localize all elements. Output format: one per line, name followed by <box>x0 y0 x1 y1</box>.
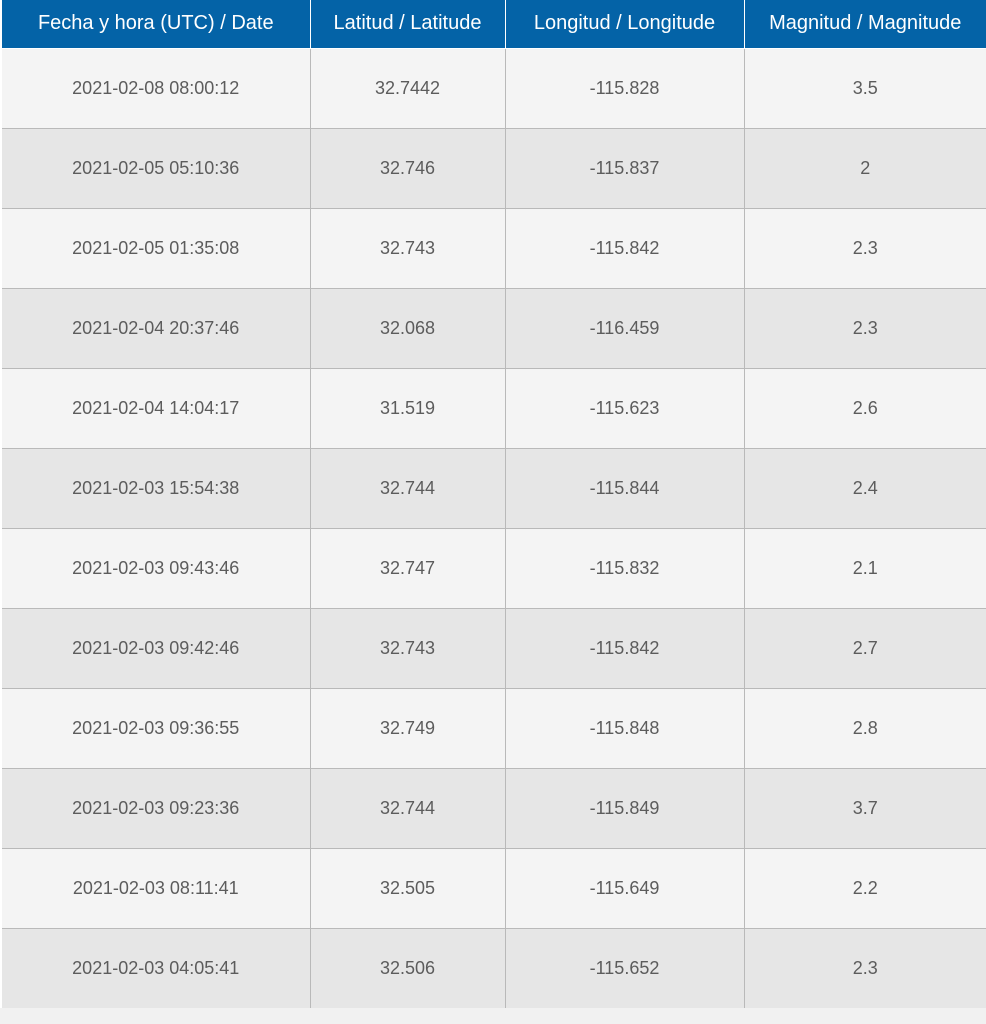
cell-longitude: -115.652 <box>504 928 744 1008</box>
header-longitude[interactable]: Longitud / Longitude <box>504 0 744 49</box>
cell-magnitude: 3.7 <box>743 768 986 849</box>
cell-magnitude: 2.3 <box>743 288 986 369</box>
header-date[interactable]: Fecha y hora (UTC) / Date <box>2 0 310 49</box>
cell-latitude: 31.519 <box>309 368 505 449</box>
cell-date: 2021-02-03 09:43:46 <box>2 528 310 609</box>
cell-magnitude: 2.3 <box>743 208 986 289</box>
cell-magnitude: 2.1 <box>743 528 986 609</box>
cell-longitude: -115.828 <box>504 48 744 129</box>
cell-date: 2021-02-03 09:23:36 <box>2 768 310 849</box>
cell-longitude: -115.848 <box>504 688 744 769</box>
cell-date: 2021-02-05 05:10:36 <box>2 128 310 209</box>
cell-latitude: 32.743 <box>309 608 505 689</box>
table-row: 2021-02-04 20:37:46 32.068 -116.459 2.3 <box>2 288 986 369</box>
cell-magnitude: 2.8 <box>743 688 986 769</box>
table-row: 2021-02-03 04:05:41 32.506 -115.652 2.3 <box>2 928 986 1008</box>
cell-magnitude: 2.6 <box>743 368 986 449</box>
cell-date: 2021-02-03 08:11:41 <box>2 848 310 929</box>
cell-longitude: -115.832 <box>504 528 744 609</box>
cell-latitude: 32.743 <box>309 208 505 289</box>
header-latitude[interactable]: Latitud / Latitude <box>309 0 505 49</box>
cell-magnitude: 2.4 <box>743 448 986 529</box>
cell-latitude: 32.744 <box>309 448 505 529</box>
cell-date: 2021-02-05 01:35:08 <box>2 208 310 289</box>
cell-magnitude: 2.2 <box>743 848 986 929</box>
cell-date: 2021-02-04 14:04:17 <box>2 368 310 449</box>
table-footer-spacer <box>0 1008 986 1024</box>
cell-date: 2021-02-03 09:36:55 <box>2 688 310 769</box>
table-row: 2021-02-03 09:23:36 32.744 -115.849 3.7 <box>2 768 986 849</box>
header-magnitude[interactable]: Magnitud / Magnitude <box>743 0 986 49</box>
cell-latitude: 32.747 <box>309 528 505 609</box>
cell-magnitude: 3.5 <box>743 48 986 129</box>
table-row: 2021-02-05 01:35:08 32.743 -115.842 2.3 <box>2 208 986 289</box>
table-row: 2021-02-03 15:54:38 32.744 -115.844 2.4 <box>2 448 986 529</box>
table-row: 2021-02-03 09:42:46 32.743 -115.842 2.7 <box>2 608 986 689</box>
cell-latitude: 32.068 <box>309 288 505 369</box>
earthquake-table: Fecha y hora (UTC) / Date Latitud / Lati… <box>2 0 986 1008</box>
table-header: Fecha y hora (UTC) / Date Latitud / Lati… <box>2 0 986 49</box>
cell-longitude: -115.849 <box>504 768 744 849</box>
cell-date: 2021-02-04 20:37:46 <box>2 288 310 369</box>
cell-date: 2021-02-08 08:00:12 <box>2 48 310 129</box>
cell-longitude: -115.844 <box>504 448 744 529</box>
table-row: 2021-02-05 05:10:36 32.746 -115.837 2 <box>2 128 986 209</box>
cell-longitude: -115.842 <box>504 608 744 689</box>
table-row: 2021-02-03 09:43:46 32.747 -115.832 2.1 <box>2 528 986 609</box>
cell-latitude: 32.506 <box>309 928 505 1008</box>
cell-latitude: 32.505 <box>309 848 505 929</box>
cell-magnitude: 2.7 <box>743 608 986 689</box>
cell-magnitude: 2.3 <box>743 928 986 1008</box>
header-row: Fecha y hora (UTC) / Date Latitud / Lati… <box>2 0 986 49</box>
cell-longitude: -115.837 <box>504 128 744 209</box>
cell-longitude: -115.842 <box>504 208 744 289</box>
cell-longitude: -115.649 <box>504 848 744 929</box>
cell-date: 2021-02-03 15:54:38 <box>2 448 310 529</box>
table-row: 2021-02-04 14:04:17 31.519 -115.623 2.6 <box>2 368 986 449</box>
table-row: 2021-02-03 09:36:55 32.749 -115.848 2.8 <box>2 688 986 769</box>
cell-date: 2021-02-03 09:42:46 <box>2 608 310 689</box>
cell-date: 2021-02-03 04:05:41 <box>2 928 310 1008</box>
cell-latitude: 32.7442 <box>309 48 505 129</box>
table-row: 2021-02-08 08:00:12 32.7442 -115.828 3.5 <box>2 48 986 129</box>
cell-latitude: 32.746 <box>309 128 505 209</box>
cell-latitude: 32.749 <box>309 688 505 769</box>
cell-longitude: -116.459 <box>504 288 744 369</box>
cell-longitude: -115.623 <box>504 368 744 449</box>
cell-magnitude: 2 <box>743 128 986 209</box>
table-body: 2021-02-08 08:00:12 32.7442 -115.828 3.5… <box>2 48 986 1008</box>
table-row: 2021-02-03 08:11:41 32.505 -115.649 2.2 <box>2 848 986 929</box>
cell-latitude: 32.744 <box>309 768 505 849</box>
page: Fecha y hora (UTC) / Date Latitud / Lati… <box>0 0 986 1024</box>
